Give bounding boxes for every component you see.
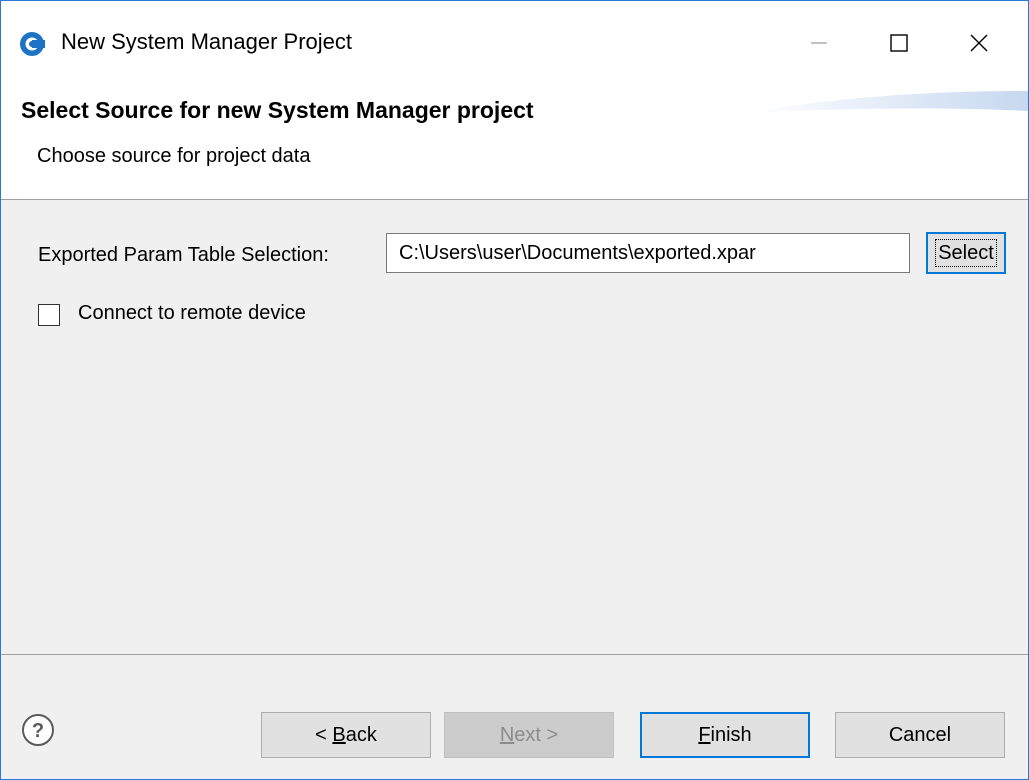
footer-divider — [1, 654, 1028, 655]
help-icon[interactable]: ? — [21, 713, 55, 747]
maximize-button[interactable] — [871, 21, 927, 65]
minimize-button[interactable] — [791, 21, 847, 65]
page-title: Select Source for new System Manager pro… — [21, 97, 534, 123]
svg-text:?: ? — [32, 720, 44, 742]
title-bar[interactable]: New System Manager Project — [1, 1, 1028, 91]
window-title: New System Manager Project — [61, 29, 352, 54]
finish-button[interactable]: Finish — [640, 712, 810, 758]
select-button-label: Select — [935, 239, 997, 267]
connect-remote-label[interactable]: Connect to remote device — [78, 302, 306, 325]
connect-remote-checkbox[interactable] — [38, 304, 60, 326]
header-banner-graphic — [748, 91, 1028, 113]
dialog-window: New System Manager Project Select Source… — [0, 0, 1029, 780]
back-button-label: < Back — [315, 723, 377, 746]
param-table-label: Exported Param Table Selection: — [38, 244, 329, 266]
select-button[interactable]: Select — [926, 232, 1006, 274]
app-logo-icon — [20, 32, 45, 56]
maximize-icon — [890, 34, 908, 52]
page-subtitle: Choose source for project data — [37, 145, 311, 167]
header-divider — [1, 199, 1028, 200]
cancel-button-label: Cancel — [888, 723, 952, 746]
minimize-icon — [811, 42, 827, 44]
wizard-header: Select Source for new System Manager pro… — [1, 91, 1028, 199]
next-button[interactable]: Next > — [444, 712, 614, 758]
finish-button-label: Finish — [698, 723, 752, 746]
param-table-path-input[interactable] — [386, 233, 910, 273]
cancel-button[interactable]: Cancel — [835, 712, 1005, 758]
close-button[interactable] — [951, 21, 1007, 65]
close-icon — [970, 34, 988, 52]
next-button-label: Next > — [499, 723, 559, 746]
back-button[interactable]: < Back — [261, 712, 431, 758]
